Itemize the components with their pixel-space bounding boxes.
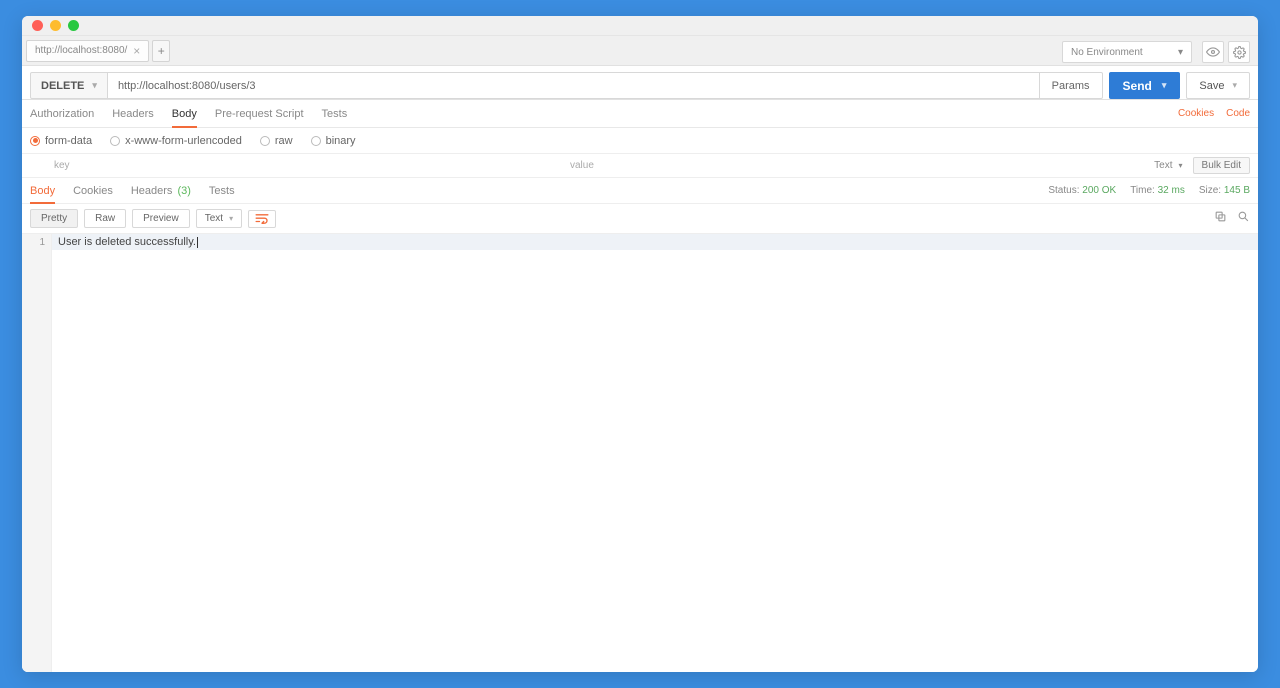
radio-icon <box>110 136 120 146</box>
response-view-bar: Pretty Raw Preview Text ▾ <box>22 204 1258 234</box>
response-tabs: Body Cookies Headers (3) Tests Status: 2… <box>22 178 1258 204</box>
response-tab-tests[interactable]: Tests <box>209 185 235 197</box>
params-label: Params <box>1052 80 1090 92</box>
chevron-down-icon: ▾ <box>1179 161 1183 170</box>
radio-icon <box>260 136 270 146</box>
request-tab[interactable]: http://localhost:8080/ × <box>26 40 149 62</box>
tab-prerequest[interactable]: Pre-request Script <box>215 108 304 120</box>
chevron-down-icon: ▾ <box>1178 47 1183 58</box>
response-body: 1 User is deleted successfully. <box>22 234 1258 672</box>
status-item: Status: 200 OK <box>1048 185 1116 196</box>
new-tab-button[interactable]: + <box>152 40 170 62</box>
cookies-link[interactable]: Cookies <box>1178 108 1214 119</box>
tab-bar: http://localhost:8080/ × + No Environmen… <box>22 36 1258 66</box>
search-button[interactable] <box>1237 210 1250 228</box>
value-type-selector[interactable]: Text ▾ <box>1154 160 1182 171</box>
line-number: 1 <box>28 237 45 248</box>
view-raw-button[interactable]: Raw <box>84 209 126 228</box>
tab-authorization[interactable]: Authorization <box>30 108 94 120</box>
radio-raw[interactable]: raw <box>260 135 293 147</box>
chevron-down-icon: ▾ <box>1232 80 1237 91</box>
send-button[interactable]: Send ▾ <box>1109 72 1181 99</box>
close-tab-icon[interactable]: × <box>133 45 140 57</box>
tab-tests[interactable]: Tests <box>322 108 348 120</box>
request-tab-label: http://localhost:8080/ <box>35 45 127 56</box>
http-method-label: DELETE <box>41 80 84 92</box>
key-column-header[interactable]: key <box>30 160 570 171</box>
time-item: Time: 32 ms <box>1130 185 1185 196</box>
environment-row: No Environment ▾ <box>1062 38 1250 66</box>
radio-icon <box>311 136 321 146</box>
response-tab-cookies[interactable]: Cookies <box>73 185 113 197</box>
titlebar <box>22 16 1258 36</box>
chevron-down-icon: ▾ <box>92 80 97 91</box>
response-tools <box>1214 210 1250 228</box>
url-text: http://localhost:8080/users/3 <box>118 80 256 92</box>
radio-binary[interactable]: binary <box>311 135 356 147</box>
copy-button[interactable] <box>1214 210 1227 228</box>
app-window: http://localhost:8080/ × + No Environmen… <box>22 16 1258 672</box>
close-window-icon[interactable] <box>32 20 43 31</box>
tab-headers[interactable]: Headers <box>112 108 154 120</box>
code-link[interactable]: Code <box>1226 108 1250 119</box>
chevron-down-icon: ▾ <box>1162 80 1167 91</box>
maximize-window-icon[interactable] <box>68 20 79 31</box>
request-bar: DELETE ▾ http://localhost:8080/users/3 P… <box>22 72 1258 100</box>
url-input[interactable]: http://localhost:8080/users/3 <box>108 72 1040 99</box>
value-column-header[interactable]: value <box>570 160 1154 171</box>
environment-quicklook-button[interactable] <box>1202 41 1224 63</box>
response-tab-headers[interactable]: Headers (3) <box>131 185 191 197</box>
view-format-selector[interactable]: Text ▾ <box>196 209 242 228</box>
chevron-down-icon: ▾ <box>229 214 233 223</box>
kv-header-row: key value Text ▾ Bulk Edit <box>22 154 1258 178</box>
wrap-lines-button[interactable] <box>248 210 276 228</box>
view-pretty-button[interactable]: Pretty <box>30 209 78 228</box>
http-method-selector[interactable]: DELETE ▾ <box>30 72 108 99</box>
body-type-row: form-data x-www-form-urlencoded raw bina… <box>22 128 1258 154</box>
environment-selector[interactable]: No Environment ▾ <box>1062 41 1192 63</box>
request-tab-right: Cookies Code <box>1166 108 1250 119</box>
response-status: Status: 200 OK Time: 32 ms Size: 145 B <box>1048 185 1250 196</box>
bulk-edit-button[interactable]: Bulk Edit <box>1193 157 1250 174</box>
radio-xwww[interactable]: x-www-form-urlencoded <box>110 135 242 147</box>
save-button[interactable]: Save ▾ <box>1186 72 1250 99</box>
params-button[interactable]: Params <box>1040 72 1103 99</box>
settings-button[interactable] <box>1228 41 1250 63</box>
minimize-window-icon[interactable] <box>50 20 61 31</box>
radio-form-data[interactable]: form-data <box>30 135 92 147</box>
save-label: Save <box>1199 80 1224 92</box>
send-label: Send <box>1123 79 1152 93</box>
response-tab-body[interactable]: Body <box>30 185 55 204</box>
request-tabs: Authorization Headers Body Pre-request S… <box>22 100 1258 128</box>
tab-body[interactable]: Body <box>172 108 197 128</box>
response-line: User is deleted successfully. <box>52 234 1258 250</box>
headers-count: (3) <box>177 185 190 197</box>
environment-label: No Environment <box>1071 47 1143 58</box>
size-item: Size: 145 B <box>1199 185 1250 196</box>
line-gutter: 1 <box>22 234 52 672</box>
response-content[interactable]: User is deleted successfully. <box>52 234 1258 672</box>
radio-icon <box>30 136 40 146</box>
view-preview-button[interactable]: Preview <box>132 209 190 228</box>
text-cursor <box>197 237 198 248</box>
